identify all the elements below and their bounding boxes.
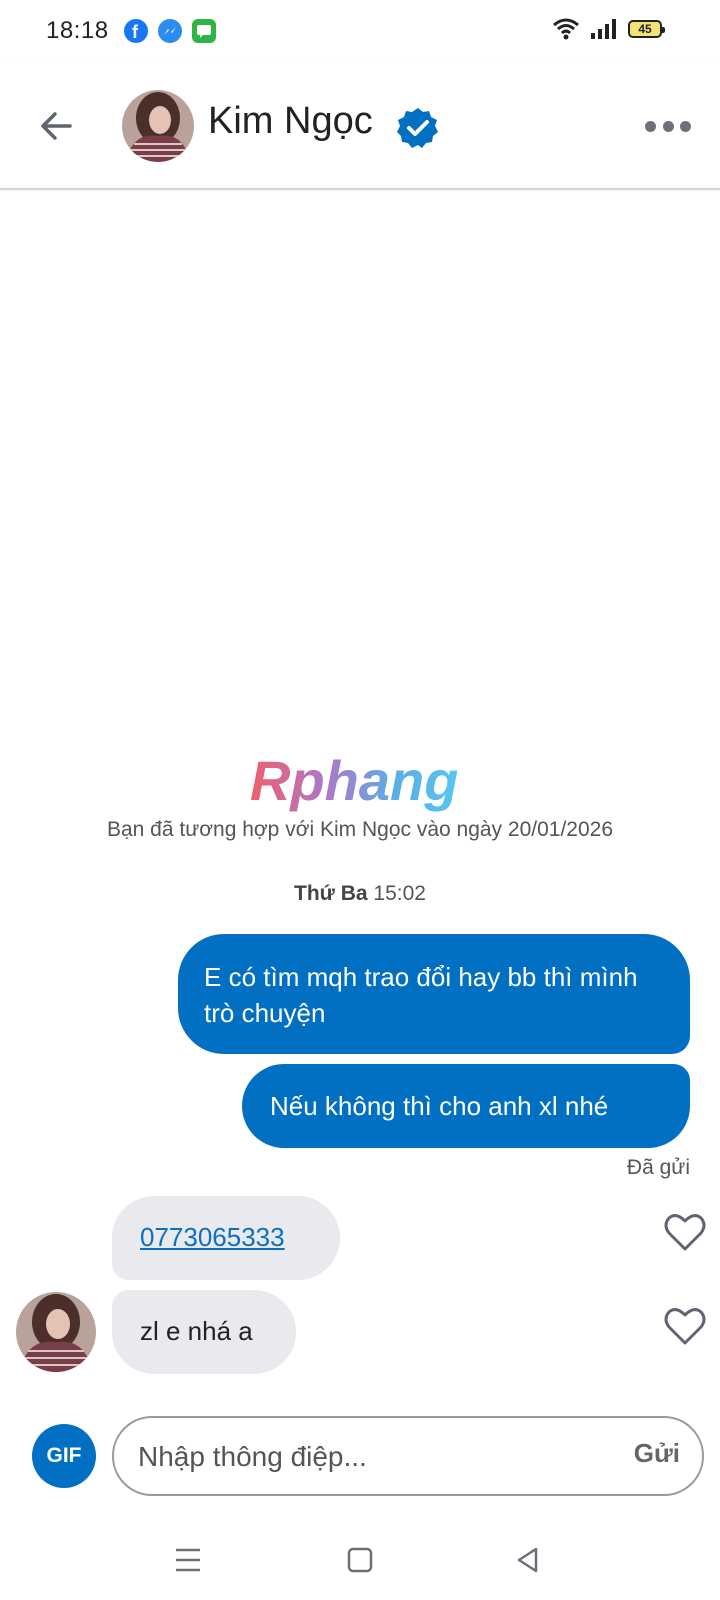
message-input[interactable] — [136, 1436, 580, 1478]
match-notice: Bạn đã tương hợp với Kim Ngọc vào ngày 2… — [106, 818, 613, 841]
wifi-icon — [553, 18, 579, 40]
contact-name[interactable]: Kim Ngọc — [208, 100, 373, 143]
back-button[interactable] — [34, 104, 78, 148]
notification-icons: f — [124, 19, 216, 43]
status-time: 18:18 — [46, 17, 109, 44]
message-out[interactable]: Nếu không thì cho anh xl nhé — [242, 1064, 690, 1148]
system-nav-bar — [0, 1520, 720, 1600]
message-out[interactable]: E có tìm mqh trao đổi hay bb thì mình tr… — [178, 934, 690, 1054]
heart-icon[interactable] — [664, 1212, 706, 1252]
messenger-icon — [158, 19, 182, 43]
svg-text:f: f — [132, 22, 139, 42]
signal-icon — [591, 19, 616, 39]
chat-header: Kim Ngọc — [0, 64, 720, 190]
triangle-back-icon — [517, 1547, 538, 1573]
date-time: 15:02 — [373, 882, 426, 905]
verified-badge-icon — [397, 108, 438, 148]
messages-icon — [192, 19, 216, 43]
battery-level: 45 — [638, 22, 652, 36]
heart-icon[interactable] — [664, 1306, 706, 1346]
message-composer: Gửi — [112, 1416, 704, 1496]
more-options-button[interactable] — [645, 114, 691, 138]
date-day: Thứ Ba — [294, 882, 368, 905]
arrow-left-icon — [41, 112, 72, 140]
brand-logo-text: Rphang — [250, 749, 458, 812]
status-bar: 18:18 f 45 — [0, 0, 720, 64]
recent-apps-button[interactable] — [168, 1540, 208, 1580]
facebook-icon: f — [124, 19, 148, 43]
date-separator: Thứ Ba 15:02 — [0, 882, 720, 906]
contact-avatar[interactable] — [122, 90, 194, 162]
status-right: 45 — [552, 18, 665, 40]
message-in[interactable]: zl e nhá a — [112, 1290, 296, 1374]
more-dot — [662, 120, 674, 132]
more-dot — [680, 120, 691, 132]
message-in[interactable]: 0773065333 — [112, 1196, 340, 1280]
menu-icon — [176, 1548, 200, 1572]
home-button[interactable] — [340, 1540, 380, 1580]
system-back-button[interactable] — [508, 1540, 548, 1580]
send-button[interactable]: Gửi — [634, 1438, 680, 1469]
battery-icon: 45 — [628, 20, 665, 38]
brand-logo: Rphang — [250, 748, 470, 828]
contact-avatar-small[interactable] — [16, 1292, 96, 1372]
square-icon — [347, 1547, 373, 1573]
phone-link[interactable]: 0773065333 — [140, 1222, 285, 1252]
gif-button[interactable]: GIF — [32, 1424, 96, 1488]
more-dot — [645, 120, 656, 132]
sent-status: Đã gửi — [626, 1156, 690, 1179]
